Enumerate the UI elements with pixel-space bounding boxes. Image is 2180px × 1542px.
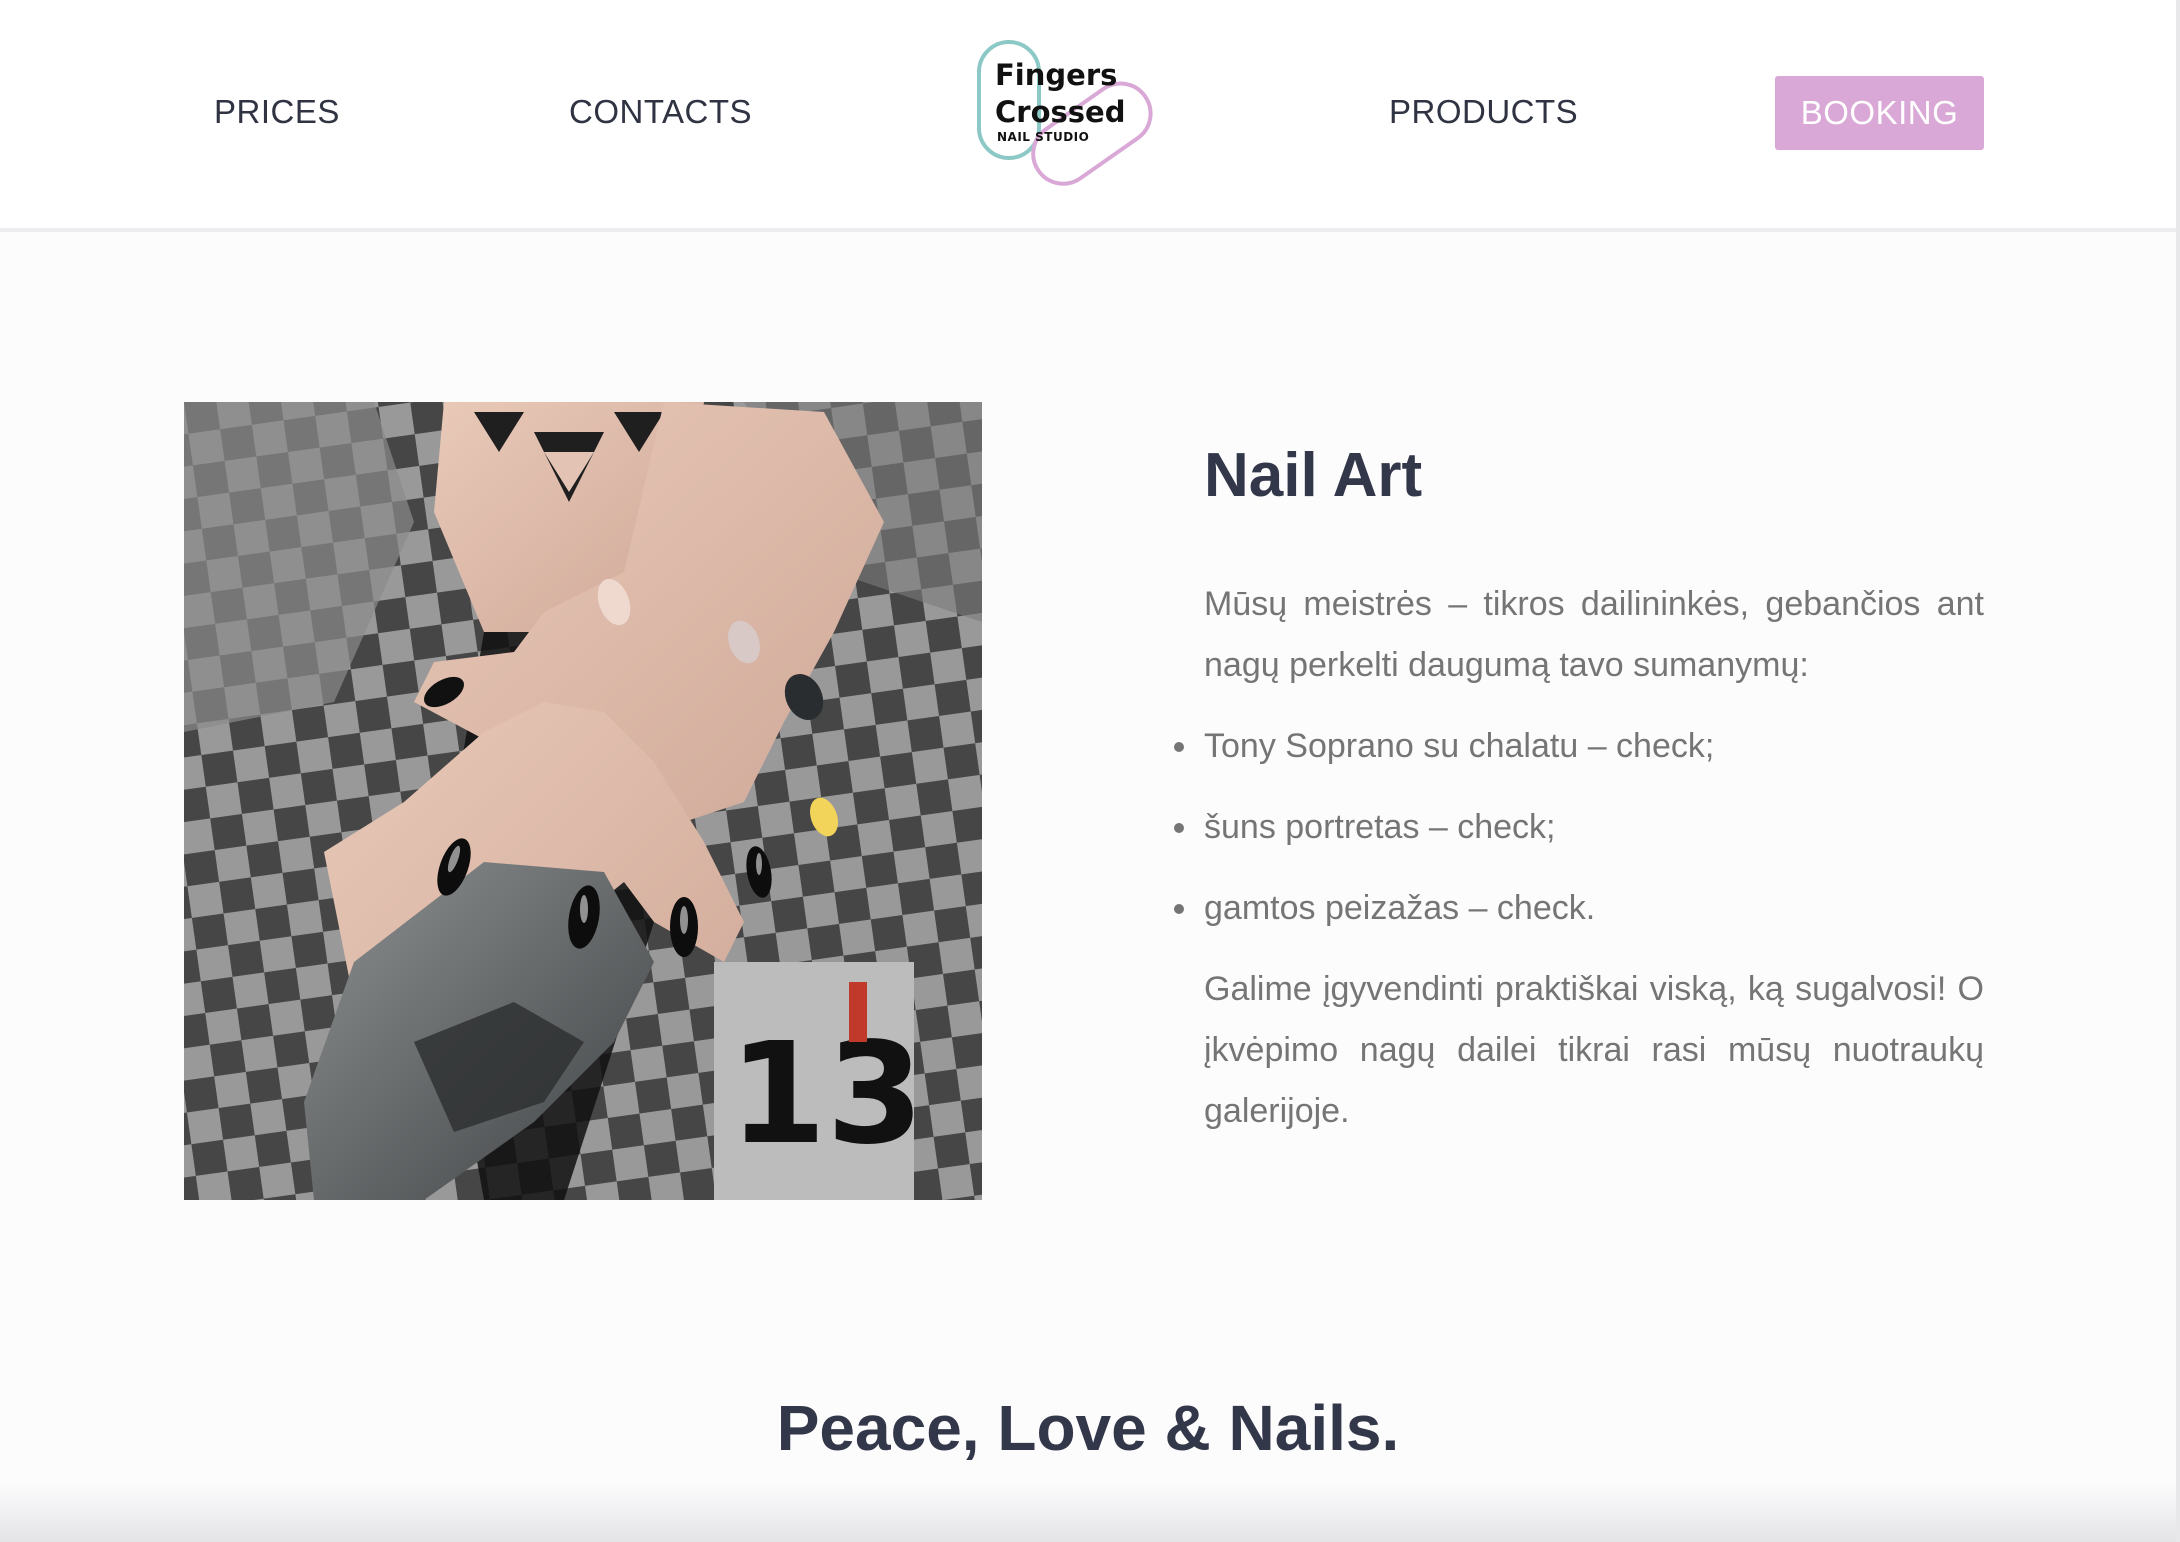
booking-button[interactable]: BOOKING bbox=[1775, 76, 1984, 150]
nav-products-link[interactable]: PRODUCTS bbox=[1389, 92, 1578, 132]
page: PRICES CONTACTS Fingers Crossed NAIL STU… bbox=[0, 0, 2180, 1542]
bottom-shadow bbox=[0, 1482, 2176, 1542]
outro-paragraph: Galime įgyvendinti praktiškai viską, ką … bbox=[1204, 970, 1984, 1130]
svg-text:13: 13 bbox=[729, 1013, 924, 1176]
examples-list: Tony Soprano su chalatu – check; šuns po… bbox=[1174, 716, 1984, 939]
list-item: gamtos peizažas – check. bbox=[1174, 878, 1984, 939]
logo-line1: Fingers bbox=[995, 58, 1117, 92]
nail-art-section: Nail Art Mūsų meistrės – tikros dailinin… bbox=[1174, 436, 1984, 1142]
site-header: PRICES CONTACTS Fingers Crossed NAIL STU… bbox=[0, 0, 2176, 232]
tagline-heading: Peace, Love & Nails. bbox=[776, 1392, 1400, 1464]
list-item-text: Tony Soprano su chalatu – check; bbox=[1204, 727, 1715, 765]
bullet-dot bbox=[1174, 742, 1184, 752]
bullet-dot bbox=[1174, 904, 1184, 914]
list-item: Tony Soprano su chalatu – check; bbox=[1174, 716, 1984, 777]
fingers-crossed-logo[interactable]: Fingers Crossed NAIL STUDIO bbox=[975, 38, 1175, 198]
intro-paragraph: Mūsų meistrės – tikros dailininkės, geba… bbox=[1204, 585, 1984, 684]
nav-prices-link[interactable]: PRICES bbox=[214, 92, 340, 132]
list-item-text: gamtos peizažas – check. bbox=[1204, 889, 1596, 927]
photo-illustration: 13 bbox=[184, 402, 982, 1200]
logo-graphic: Fingers Crossed NAIL STUDIO bbox=[977, 40, 1153, 186]
list-item: šuns portretas – check; bbox=[1174, 797, 1984, 858]
list-item-text: šuns portretas – check; bbox=[1204, 808, 1556, 846]
section-title: Nail Art bbox=[1204, 441, 1423, 510]
nav-contacts-link[interactable]: CONTACTS bbox=[569, 92, 752, 132]
logo-line2: Crossed bbox=[995, 95, 1125, 129]
nail-art-photo: 13 bbox=[184, 402, 982, 1200]
bullet-dot bbox=[1174, 823, 1184, 833]
logo-line3: NAIL STUDIO bbox=[997, 130, 1089, 144]
